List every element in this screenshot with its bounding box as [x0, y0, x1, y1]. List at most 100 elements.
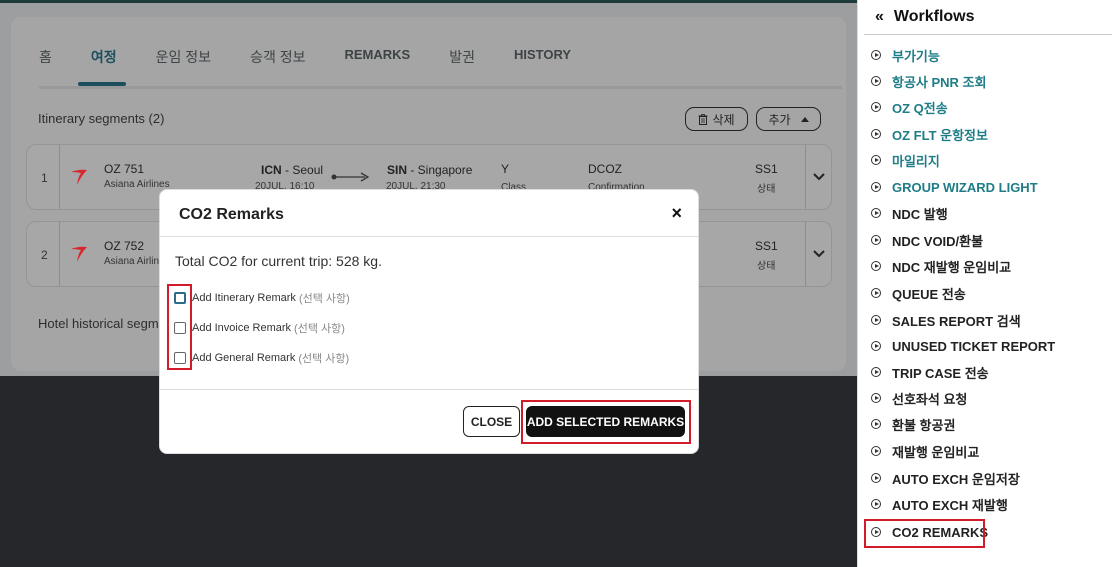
workflow-label: OZ FLT 운항정보 [892, 127, 988, 143]
itinerary-remark-option[interactable]: Add Itinerary Remark (선택 사항) [174, 290, 350, 306]
workflow-item[interactable]: 부가기능 [871, 45, 940, 65]
play-circle-icon [871, 50, 881, 60]
asiana-logo-icon [71, 246, 87, 262]
workflow-item[interactable]: QUEUE 전송 [871, 283, 966, 303]
co2-total-text: Total CO2 for current trip: 528 kg. [175, 253, 382, 269]
add-selected-remarks-button[interactable]: ADD SELECTED REMARKS [526, 406, 685, 437]
workflows-divider [864, 34, 1112, 35]
tab-itinerary[interactable]: 여정 [78, 45, 126, 86]
play-circle-icon [871, 208, 881, 218]
workflow-item[interactable]: 항공사 PNR 조회 [871, 71, 986, 91]
workflow-label: AUTO EXCH 재발행 [892, 497, 1008, 513]
segment-divider [59, 145, 60, 209]
workflow-item[interactable]: UNUSED TICKET REPORT [871, 336, 1055, 356]
workflow-item[interactable]: 선호좌석 요청 [871, 388, 967, 408]
tab-home[interactable]: 홈 [39, 45, 52, 85]
tab-fare-info[interactable]: 운임 정보 [156, 45, 211, 85]
workflow-label: AUTO EXCH 운임저장 [892, 471, 1020, 487]
play-circle-icon [871, 393, 881, 403]
workflow-item[interactable]: GROUP WIZARD LIGHT [871, 177, 1038, 197]
play-circle-icon [871, 446, 881, 456]
tabs-divider [39, 86, 842, 89]
main-tabs: 홈 여정 운임 정보 승객 정보 REMARKS 발권 HISTORY [39, 45, 610, 86]
option-label: Add Itinerary Remark [192, 292, 296, 304]
play-circle-icon [871, 367, 881, 377]
workflow-item[interactable]: TRIP CASE 전송 [871, 362, 989, 382]
segment-number: 2 [41, 248, 48, 262]
checkbox-highlight [167, 284, 192, 370]
general-remark-option[interactable]: Add General Remark (선택 사항) [174, 350, 349, 366]
workflow-label: UNUSED TICKET REPORT [892, 338, 1056, 354]
workflow-item[interactable]: 환불 항공권 [871, 414, 955, 434]
workflow-label: 항공사 PNR 조회 [892, 74, 987, 90]
play-circle-icon [871, 419, 881, 429]
play-circle-icon [871, 473, 881, 483]
tab-ticketing[interactable]: 발권 [449, 45, 475, 85]
workflow-item[interactable]: NDC 재발행 운임비교 [871, 256, 1011, 276]
workflow-item[interactable]: AUTO EXCH 재발행 [871, 494, 1008, 514]
optional-tag: (선택 사항) [298, 353, 350, 365]
status-label: 상태 [757, 261, 776, 272]
workflows-header: « Workflows [875, 8, 975, 26]
dialog-title: CO2 Remarks [179, 206, 284, 223]
tab-history[interactable]: HISTORY [514, 45, 571, 85]
airline-name: Asiana Airlines [104, 179, 170, 190]
segment-status: SS1 [755, 162, 778, 176]
hotel-segments-title: Hotel historical segme [38, 316, 166, 331]
airline-name: Asiana Airlin [104, 256, 160, 267]
workflow-item[interactable]: AUTO EXCH 운임저장 [871, 468, 1020, 488]
destination: SIN - Singapore [387, 163, 472, 177]
workflow-label: 환불 항공권 [892, 417, 956, 433]
optional-tag: (선택 사항) [294, 323, 345, 335]
play-circle-icon [871, 499, 881, 509]
workflow-item[interactable]: OZ FLT 운항정보 [871, 124, 988, 144]
flight-number: OZ 752 [104, 239, 145, 253]
workflow-item[interactable]: SALES REPORT 검색 [871, 310, 1021, 330]
expand-segment-button[interactable] [805, 145, 831, 209]
workflow-label: GROUP WIZARD LIGHT [892, 179, 1038, 195]
play-circle-icon [871, 288, 881, 298]
play-circle-icon [871, 341, 881, 351]
segments-title: Itinerary segments (2) [38, 111, 165, 126]
collapse-icon[interactable]: « [875, 8, 884, 26]
workflow-item[interactable]: NDC VOID/환불 [871, 230, 983, 250]
origin-city: - Seoul [281, 163, 324, 177]
expand-segment-button[interactable] [805, 222, 831, 286]
play-circle-icon [871, 182, 881, 192]
origin: ICN - Seoul [261, 163, 323, 177]
workflows-panel: « Workflows 부가기능 항공사 PNR 조회 OZ Q전송 OZ FL… [857, 0, 1118, 567]
workflow-label: 부가기능 [892, 48, 940, 64]
option-label: Add General Remark [192, 352, 296, 364]
tab-passenger-info[interactable]: 승객 정보 [250, 45, 305, 85]
status-label: 상태 [757, 184, 776, 195]
play-circle-icon [871, 315, 881, 325]
tab-remarks[interactable]: REMARKS [345, 45, 411, 85]
workflow-label: SALES REPORT 검색 [892, 313, 1021, 329]
play-circle-icon [871, 102, 881, 112]
workflow-item[interactable]: NDC 발행 [871, 203, 948, 223]
arrow-right-icon [331, 172, 369, 182]
workflow-item[interactable]: OZ Q전송 [871, 97, 948, 117]
workflow-label: TRIP CASE 전송 [892, 365, 989, 381]
option-label: Add Invoice Remark [192, 322, 292, 334]
dialog-divider [160, 236, 698, 237]
segment-number: 1 [41, 171, 48, 185]
workflow-item[interactable]: 마일리지 [871, 150, 940, 170]
add-label: 추가 [768, 112, 791, 127]
destination-city: - Singapore [407, 163, 473, 177]
close-icon[interactable]: × [671, 203, 682, 224]
booking-class: Y [501, 162, 510, 176]
delete-button[interactable]: 삭제 [685, 107, 748, 131]
workflow-label: 마일리지 [892, 153, 940, 169]
segment-divider [59, 222, 60, 286]
add-segment-button[interactable]: 추가 [756, 107, 821, 131]
invoice-remark-option[interactable]: Add Invoice Remark (선택 사항) [174, 320, 345, 336]
destination-code: SIN [387, 163, 408, 177]
delete-label: 삭제 [712, 112, 735, 127]
workflow-item[interactable]: 재발행 운임비교 [871, 441, 979, 461]
close-button[interactable]: CLOSE [463, 406, 520, 437]
co2-remarks-dialog: CO2 Remarks × Total CO2 for current trip… [159, 189, 699, 454]
play-circle-icon [871, 235, 881, 245]
chevron-down-icon [812, 250, 825, 258]
caret-up-icon [800, 116, 809, 122]
